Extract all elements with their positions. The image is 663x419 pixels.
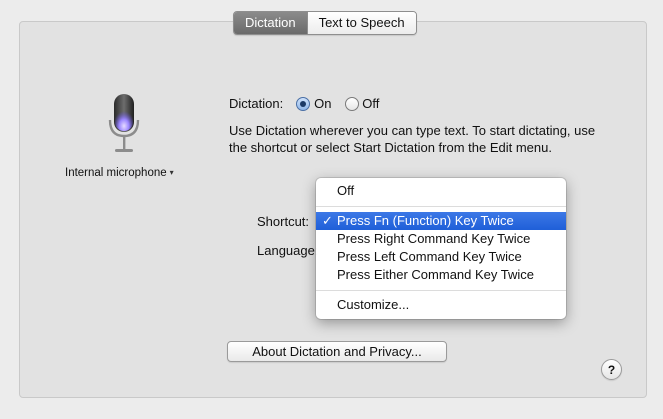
menu-item-label: Customize... bbox=[337, 297, 410, 312]
menu-item-label: Press Fn (Function) Key Twice bbox=[337, 213, 514, 228]
microphone-source-label: Internal microphone bbox=[65, 167, 167, 179]
dictation-label: Dictation: bbox=[229, 96, 284, 111]
tab-dictation[interactable]: Dictation bbox=[234, 12, 307, 34]
menu-item-label: Press Left Command Key Twice bbox=[337, 249, 522, 264]
about-dictation-privacy-button[interactable]: About Dictation and Privacy... bbox=[227, 341, 447, 362]
shortcut-dropdown-menu: Off ✓ Press Fn (Function) Key Twice Pres… bbox=[316, 178, 566, 319]
menu-item-off[interactable]: Off bbox=[316, 182, 566, 200]
dictation-off-radio[interactable]: Off bbox=[344, 96, 380, 111]
menu-item-left-command[interactable]: Press Left Command Key Twice bbox=[316, 248, 566, 266]
dictation-setting: Dictation: On Off bbox=[229, 96, 379, 111]
menu-separator bbox=[316, 290, 566, 291]
shortcut-label: Shortcut: bbox=[257, 214, 310, 229]
radio-off-indicator[interactable] bbox=[344, 97, 359, 111]
language-label: Language: bbox=[257, 243, 319, 258]
dictation-off-label: Off bbox=[362, 96, 380, 111]
dictation-description: Use Dictation wherever you can type text… bbox=[229, 123, 596, 155]
tab-bar: Dictation Text to Speech bbox=[233, 11, 417, 35]
checkmark-icon: ✓ bbox=[322, 213, 333, 228]
menu-item-right-command[interactable]: Press Right Command Key Twice bbox=[316, 230, 566, 248]
menu-item-label: Press Either Command Key Twice bbox=[337, 267, 534, 282]
help-button[interactable]: ? bbox=[601, 359, 622, 380]
dictation-on-label: On bbox=[314, 96, 332, 111]
menu-item-fn-twice[interactable]: ✓ Press Fn (Function) Key Twice bbox=[316, 212, 566, 230]
menu-separator bbox=[316, 206, 566, 207]
dictation-on-radio[interactable]: On bbox=[296, 96, 335, 111]
menu-item-label: Press Right Command Key Twice bbox=[337, 231, 531, 246]
menu-item-either-command[interactable]: Press Either Command Key Twice bbox=[316, 266, 566, 284]
microphone-icon bbox=[108, 94, 140, 152]
chevron-down-icon: ▾ bbox=[169, 168, 174, 177]
tab-text-to-speech[interactable]: Text to Speech bbox=[306, 12, 416, 34]
radio-on-indicator[interactable] bbox=[296, 97, 311, 111]
menu-item-customize[interactable]: Customize... bbox=[316, 296, 566, 314]
menu-item-label: Off bbox=[337, 183, 355, 198]
microphone-source-dropdown[interactable]: Internal microphone ▾ bbox=[65, 167, 174, 179]
